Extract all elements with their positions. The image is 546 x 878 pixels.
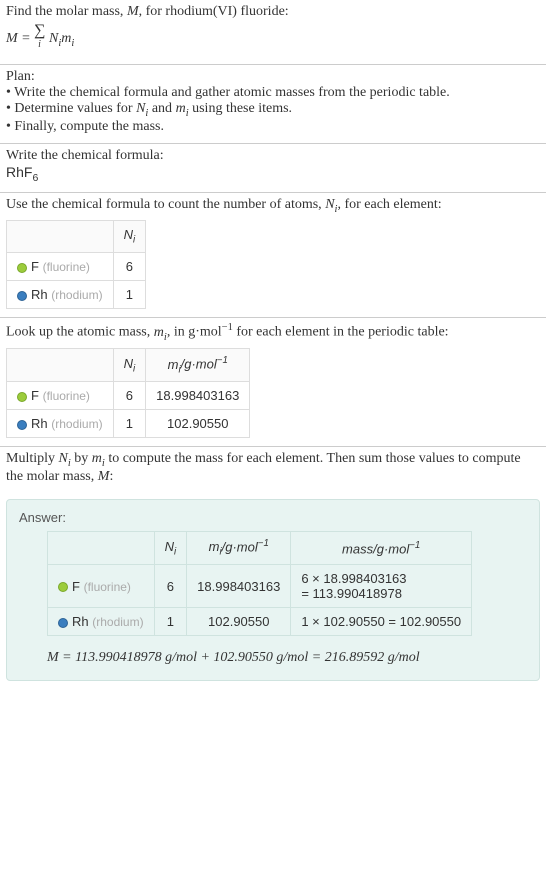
n-value: 1 — [154, 608, 187, 636]
dot-icon — [58, 618, 68, 628]
n-value: 1 — [113, 280, 146, 308]
answer-box: Answer: Ni mi/g·mol−1 mass/g·mol−1 F (fl… — [6, 499, 540, 681]
mass-line2: = 113.990418978 — [301, 586, 402, 601]
n-value: 6 — [113, 252, 146, 280]
m-value: 102.90550 — [146, 410, 250, 438]
table-row: F (fluorine) 6 18.998403163 6 × 18.99840… — [48, 565, 472, 608]
multiply-title: Multiply Ni by mi to compute the mass fo… — [6, 451, 540, 485]
chem-formula-base: RhF — [6, 164, 32, 180]
n-value: 6 — [154, 565, 187, 608]
table-row: F (fluorine) 6 18.998403163 — [7, 382, 250, 410]
element-name: (rhodium) — [51, 288, 102, 302]
mass-value: 6 × 18.998403163= 113.990418978 — [291, 565, 472, 608]
answer-header-empty — [48, 532, 155, 565]
mass-table-header-row: Ni mi/g·mol−1 — [7, 349, 250, 382]
element-symbol: F — [31, 259, 39, 274]
plan-title: Plan: — [6, 69, 540, 85]
mass-title-sup: −1 — [222, 322, 233, 333]
intro-section: Find the molar mass, M, for rhodium(VI) … — [0, 0, 546, 64]
dot-icon — [17, 392, 27, 402]
answer-header-n: Ni — [154, 532, 187, 565]
count-header-empty — [7, 221, 114, 253]
mass-table: Ni mi/g·mol−1 F (fluorine) 6 18.99840316… — [6, 348, 250, 438]
mass-header-m-sup: −1 — [217, 355, 228, 366]
element-symbol: Rh — [31, 416, 48, 431]
mass-title-post: for each element in the periodic table: — [233, 325, 449, 340]
chem-formula-sub: 6 — [32, 172, 38, 184]
table-row: F (fluorine) 6 — [7, 252, 146, 280]
atomic-mass-section: Look up the atomic mass, mi, in g·mol−1 … — [0, 317, 546, 446]
plan-item-1: • Write the chemical formula and gather … — [6, 85, 540, 101]
element-name: (fluorine) — [43, 260, 90, 274]
element-name: (rhodium) — [51, 417, 102, 431]
element-cell: F (fluorine) — [7, 252, 114, 280]
element-symbol: F — [72, 579, 80, 594]
element-cell: Rh (rhodium) — [48, 608, 155, 636]
count-table: Ni F (fluorine) 6 Rh (rhodium) 1 — [6, 220, 146, 309]
mass-line1: 1 × 102.90550 = 102.90550 — [301, 614, 461, 629]
table-row: Rh (rhodium) 1 102.90550 1 × 102.90550 =… — [48, 608, 472, 636]
answer-final: M = 113.990418978 g/mol + 102.90550 g/mo… — [47, 650, 527, 666]
dot-icon — [17, 291, 27, 301]
answer-header-row: Ni mi/g·mol−1 mass/g·mol−1 — [48, 532, 472, 565]
element-name: (rhodium) — [92, 615, 143, 629]
m-value: 18.998403163 — [146, 382, 250, 410]
plan-section: Plan: • Write the chemical formula and g… — [0, 64, 546, 143]
multiply-section: Multiply Ni by mi to compute the mass fo… — [0, 446, 546, 493]
mass-value: 1 × 102.90550 = 102.90550 — [291, 608, 472, 636]
plan-item-3-text: Finally, compute the mass. — [14, 119, 164, 134]
n-value: 1 — [113, 410, 146, 438]
dot-icon — [58, 582, 68, 592]
element-cell: Rh (rhodium) — [7, 410, 114, 438]
element-cell: F (fluorine) — [7, 382, 114, 410]
answer-header-mass: mass/g·mol−1 — [291, 532, 472, 565]
count-title-post: , for each element: — [337, 197, 441, 212]
atomic-mass-title: Look up the atomic mass, mi, in g·mol−1 … — [6, 322, 540, 342]
element-cell: Rh (rhodium) — [7, 280, 114, 308]
intro-text: Find the molar mass, M, for rhodium(VI) … — [6, 4, 540, 20]
count-atoms-title: Use the chemical formula to count the nu… — [6, 197, 540, 215]
count-atoms-section: Use the chemical formula to count the nu… — [0, 192, 546, 317]
element-name: (fluorine) — [84, 580, 131, 594]
plan-item-3: • Finally, compute the mass. — [6, 119, 540, 135]
m-value: 102.90550 — [187, 608, 291, 636]
answer-header-m: mi/g·mol−1 — [187, 532, 291, 565]
n-value: 6 — [113, 382, 146, 410]
m-value: 18.998403163 — [187, 565, 291, 608]
mass-title-mid: , in g·mol — [167, 325, 222, 340]
element-name: (fluorine) — [43, 389, 90, 403]
mass-header-m: mi/g·mol−1 — [146, 349, 250, 382]
element-cell: F (fluorine) — [48, 565, 155, 608]
plan-item-1-text: Write the chemical formula and gather at… — [14, 85, 450, 100]
answer-header-m-sup: −1 — [258, 538, 269, 549]
mass-line1: 6 × 18.998403163 — [301, 571, 406, 586]
table-row: Rh (rhodium) 1 — [7, 280, 146, 308]
count-header-n: Ni — [113, 221, 146, 253]
mass-header-n: Ni — [113, 349, 146, 382]
mass-header-empty — [7, 349, 114, 382]
count-title-pre: Use the chemical formula to count the nu… — [6, 197, 325, 212]
answer-header-mass-sup: −1 — [409, 540, 420, 551]
element-symbol: Rh — [72, 614, 89, 629]
dot-icon — [17, 263, 27, 273]
molar-mass-formula: M = ∑i Nimi — [6, 22, 540, 56]
count-table-header-row: Ni — [7, 221, 146, 253]
chem-formula-section: Write the chemical formula: RhF6 — [0, 143, 546, 192]
table-row: Rh (rhodium) 1 102.90550 — [7, 410, 250, 438]
chem-formula: RhF6 — [6, 164, 540, 184]
element-symbol: F — [31, 388, 39, 403]
plan-item-2: • Determine values for Ni and mi using t… — [6, 101, 540, 119]
mass-title-pre: Look up the atomic mass, — [6, 325, 154, 340]
element-symbol: Rh — [31, 287, 48, 302]
answer-table: Ni mi/g·mol−1 mass/g·mol−1 F (fluorine) … — [47, 531, 472, 636]
answer-label: Answer: — [19, 510, 527, 525]
chem-formula-title: Write the chemical formula: — [6, 148, 540, 164]
dot-icon — [17, 420, 27, 430]
